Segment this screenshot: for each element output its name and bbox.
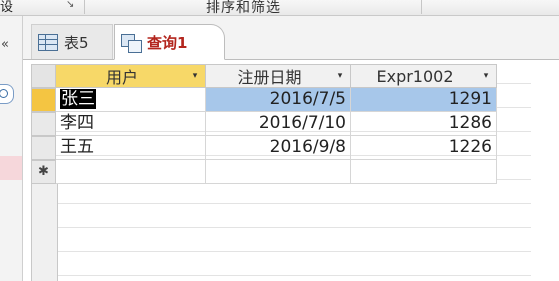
search-icon[interactable] [0, 84, 14, 104]
record-selector[interactable] [31, 112, 56, 136]
record-selector-current[interactable] [31, 88, 56, 112]
collapse-pane-icon[interactable]: « [1, 37, 9, 52]
table-cell-expr[interactable]: 1291 [351, 88, 497, 112]
column-header-expr1002[interactable]: Expr1002 ▾ [351, 64, 497, 88]
tab-query1[interactable]: 查询1 [114, 24, 225, 60]
dialog-launcher-icon[interactable]: ↘ [66, 0, 76, 10]
table-cell-date[interactable]: 2016/7/5 [206, 88, 351, 112]
new-row-cell[interactable] [56, 160, 206, 184]
table-cell-expr[interactable]: 1226 [351, 136, 497, 160]
chevron-down-icon[interactable]: ▾ [188, 71, 202, 81]
chevron-down-icon[interactable]: ▾ [479, 71, 493, 81]
nav-selected-item[interactable] [0, 156, 22, 180]
chevron-down-icon[interactable]: ▾ [333, 71, 347, 81]
record-selector-column [31, 184, 58, 281]
record-selector[interactable] [31, 136, 56, 160]
ribbon-group-label-sort-filter: 排序和筛选 [206, 0, 281, 16]
new-record-selector[interactable]: ✱ [31, 160, 56, 184]
new-row-cell[interactable] [206, 160, 351, 184]
datasheet-view: 用户 ▾ 注册日期 ▾ Expr1002 ▾ ✱ 张三 2016/7/5 129… [23, 60, 559, 281]
table-cell-expr[interactable]: 1286 [351, 112, 497, 136]
table-cell-user[interactable]: 张三 [56, 88, 206, 112]
ribbon-strip: 设 ↘ 排序和筛选 [0, 0, 559, 16]
tab-label: 表5 [64, 33, 89, 52]
table-cell-user[interactable]: 王五 [56, 136, 206, 160]
table-cell-date[interactable]: 2016/7/10 [206, 112, 351, 136]
ribbon-separator [84, 0, 85, 14]
new-row-cell[interactable] [351, 160, 497, 184]
ribbon-group-fragment: 设 [0, 0, 14, 15]
table-cell-user[interactable]: 李四 [56, 112, 206, 136]
select-all-button[interactable] [31, 64, 56, 88]
column-header-user[interactable]: 用户 ▾ [56, 64, 206, 88]
query-icon [121, 33, 142, 53]
navigation-pane: « [0, 16, 23, 281]
table-cell-date[interactable]: 2016/9/8 [206, 136, 351, 160]
ribbon-separator [421, 0, 422, 14]
column-header-register-date[interactable]: 注册日期 ▾ [206, 64, 351, 88]
tab-label: 查询1 [147, 33, 188, 52]
table-icon [38, 33, 58, 51]
object-tab-bar: 表5 查询1 [23, 16, 559, 60]
tab-table5[interactable]: 表5 [31, 24, 113, 59]
